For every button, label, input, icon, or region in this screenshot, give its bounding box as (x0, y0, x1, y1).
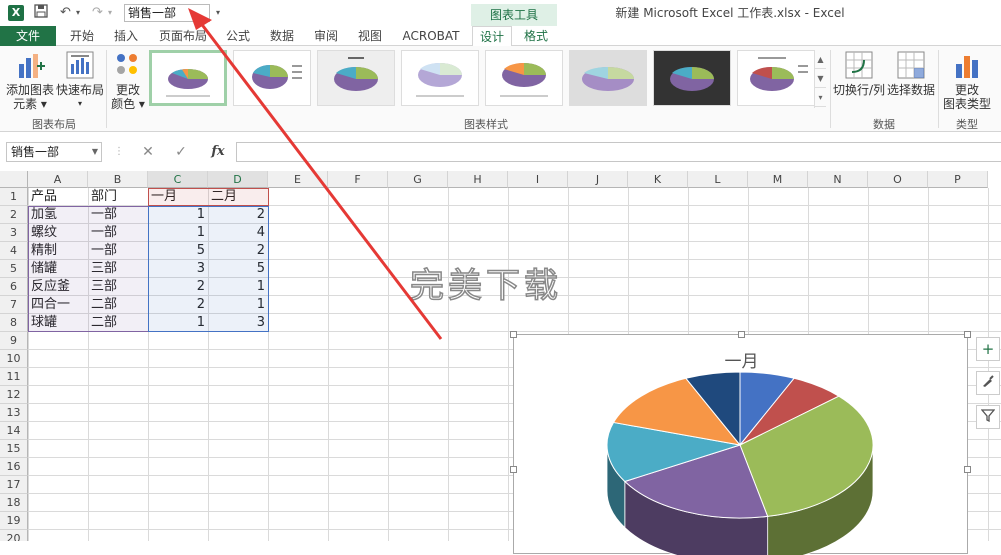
pie-chart[interactable]: 一月 加氢螺纹精制储罐反应釜四合一球罐 (513, 334, 968, 554)
resize-handle[interactable] (510, 331, 517, 338)
resize-handle[interactable] (738, 331, 745, 338)
chart-filters-icon[interactable] (976, 405, 1000, 429)
resize-handle[interactable] (964, 466, 971, 473)
chart-elements-icon[interactable]: + (976, 337, 1000, 361)
resize-handle[interactable] (510, 466, 517, 473)
resize-handle[interactable] (964, 331, 971, 338)
chart-styles-icon[interactable] (976, 371, 1000, 395)
pie-plot: 加氢螺纹精制储罐反应釜四合一球罐 (514, 335, 969, 555)
